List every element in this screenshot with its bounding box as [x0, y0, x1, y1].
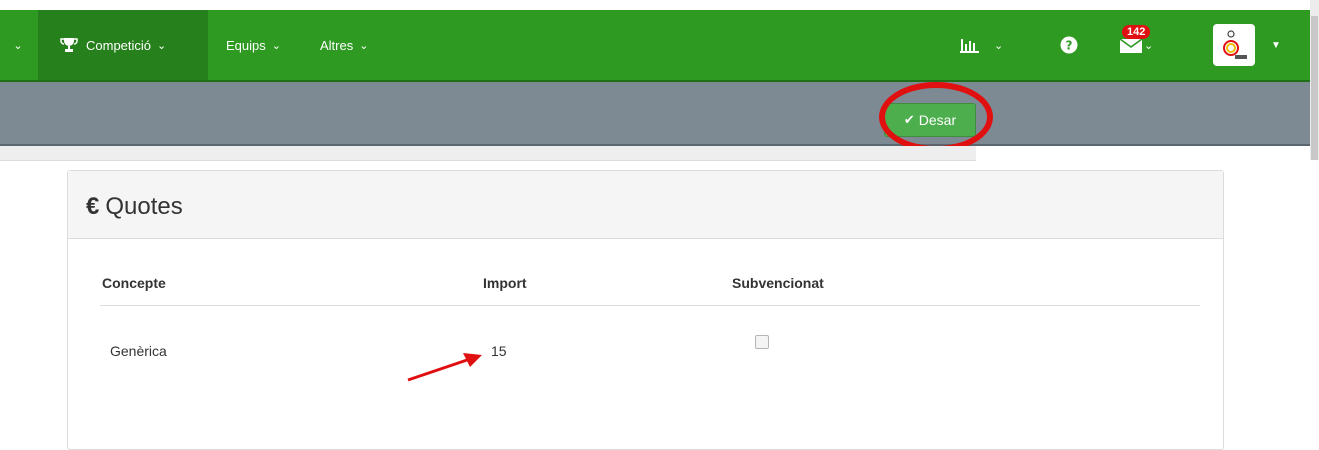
- collapsed-menu-chevron[interactable]: ⌄: [6, 10, 30, 80]
- nav-equips-label: Equips: [226, 37, 266, 53]
- club-logo-icon: [1223, 30, 1247, 59]
- annotation-arrow: [407, 353, 482, 382]
- top-navbar: ⌄ Competició ⌄ Equips ⌄ Altres ⌄ ⌄ ? ⌄ 1…: [0, 10, 1310, 82]
- table-header-divider: [100, 305, 1200, 306]
- caret-down-icon: ▼: [1271, 39, 1281, 51]
- panel-heading: € Quotes: [68, 171, 1223, 239]
- envelope-icon: [1120, 38, 1142, 53]
- save-button[interactable]: ✔ Desar: [884, 103, 976, 137]
- nav-competicio[interactable]: Competició ⌄: [38, 10, 208, 80]
- avatar: [1213, 24, 1255, 66]
- chevron-down-icon: ⌄: [157, 39, 167, 52]
- mail-count-badge: 142: [1122, 25, 1151, 39]
- svg-text:?: ?: [1066, 39, 1073, 53]
- stats-menu[interactable]: ⌄: [960, 10, 1003, 80]
- import-input[interactable]: 15: [491, 343, 507, 359]
- user-menu[interactable]: ▼: [1213, 10, 1281, 80]
- quotes-panel: € Quotes Concepte Import Subvencionat Ge…: [67, 170, 1224, 450]
- check-icon: ✔: [903, 112, 915, 127]
- nav-altres[interactable]: Altres ⌄: [320, 10, 368, 80]
- chevron-down-icon: ⌄: [994, 39, 1004, 52]
- cell-concepte: Genèrica: [110, 343, 167, 359]
- panel-title-text: Quotes: [105, 193, 183, 220]
- scrollbar[interactable]: [1310, 0, 1319, 160]
- nav-altres-label: Altres: [320, 37, 354, 53]
- scrollbar-thumb[interactable]: [1311, 16, 1318, 160]
- column-header-concepte: Concepte: [102, 275, 166, 291]
- messages-menu[interactable]: ⌄ 142: [1120, 10, 1153, 80]
- euro-icon: €: [86, 193, 100, 220]
- chevron-down-icon: ⌄: [359, 39, 369, 52]
- subvencionat-checkbox[interactable]: [755, 335, 769, 349]
- bar-chart-icon: [960, 39, 979, 53]
- action-toolbar: [0, 82, 1310, 146]
- help-button[interactable]: ?: [1060, 10, 1078, 80]
- nav-equips[interactable]: Equips ⌄: [226, 10, 281, 80]
- help-icon: ?: [1060, 36, 1078, 54]
- column-header-subvencionat: Subvencionat: [732, 275, 824, 291]
- nav-competicio-label: Competició: [86, 37, 152, 53]
- column-header-import: Import: [483, 275, 527, 291]
- chevron-down-icon: ⌄: [13, 39, 23, 52]
- trophy-icon: [60, 38, 78, 52]
- page-title: € Quotes: [86, 193, 183, 221]
- chevron-down-icon: ⌄: [271, 39, 281, 52]
- save-button-label: Desar: [918, 112, 957, 128]
- section-divider: [0, 146, 976, 161]
- chevron-down-icon: ⌄: [1144, 39, 1154, 52]
